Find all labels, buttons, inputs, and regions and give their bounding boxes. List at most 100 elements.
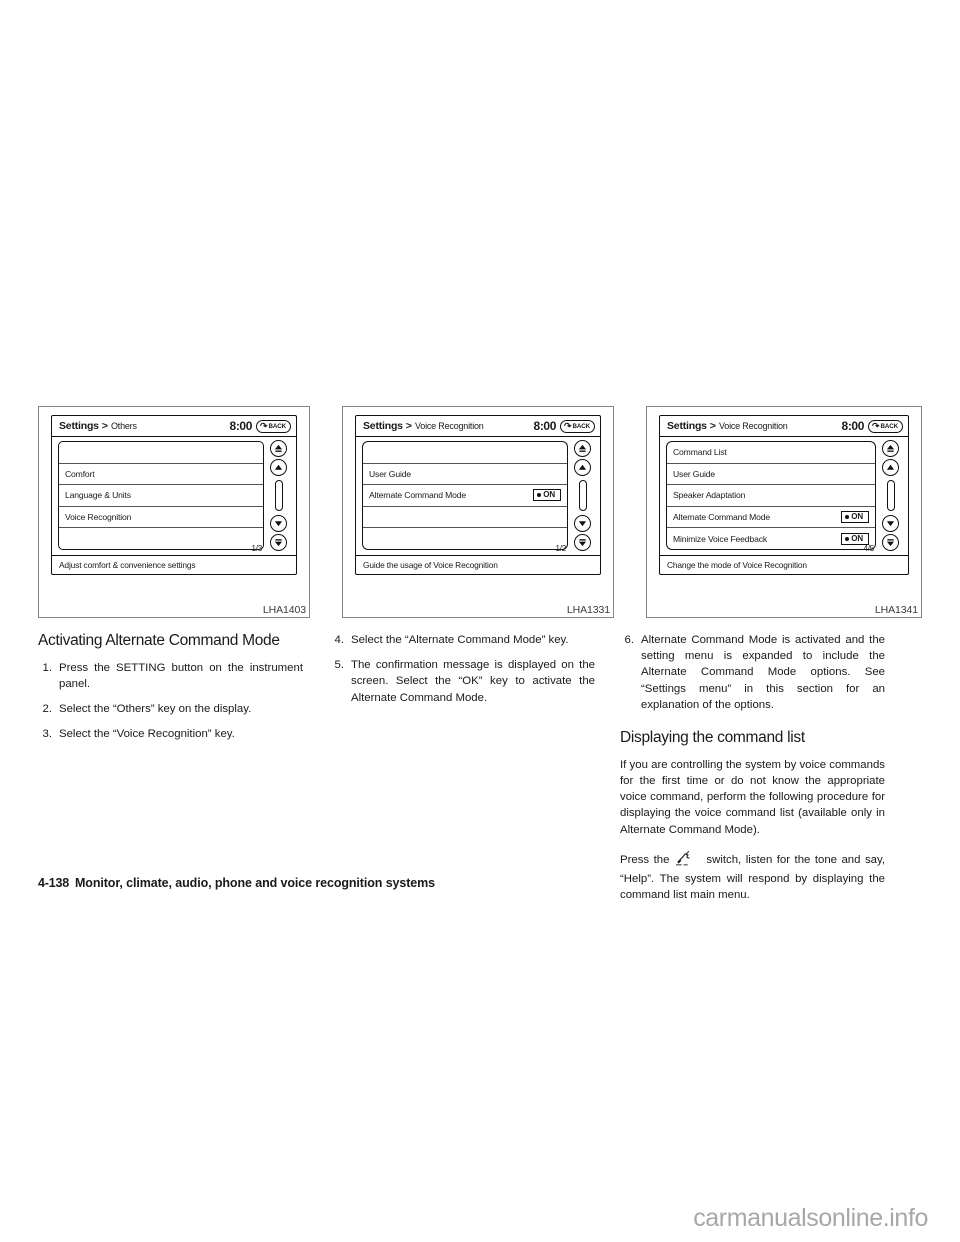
menu-row-label: Language & Units (65, 490, 131, 501)
toggle-state-label: ON (851, 512, 863, 522)
menu-row-label: User Guide (673, 468, 715, 479)
figure-lha1341: Settings > Voice Recognition 8:00 ↶ BACK… (646, 406, 922, 618)
page-number: 4-138 (38, 876, 69, 890)
menu-row[interactable]: User Guide (667, 464, 875, 486)
breadcrumb-separator: > (405, 420, 412, 432)
head-unit-screen: Settings > Voice Recognition 8:00 ↶ BACK… (355, 415, 601, 575)
menu-row-label: Voice Recognition (65, 512, 132, 523)
back-button[interactable]: ↶ BACK (255, 419, 291, 433)
breadcrumb-separator: > (101, 420, 108, 432)
page-title: Activating Alternate Command Mode (38, 632, 280, 649)
text-column-1: Activating Alternate Command Mode 1. Pre… (38, 632, 303, 752)
screen-header: Settings > Others 8:00 ↶ BACK (52, 416, 296, 437)
menu-row[interactable]: User Guide (363, 464, 567, 486)
head-unit-screen: Settings > Others 8:00 ↶ BACK Comfort La… (51, 415, 297, 575)
voice-switch-icon (675, 848, 701, 871)
toggle-state-label: ON (851, 533, 863, 543)
menu-row[interactable]: Alternate Command Mode ON (667, 507, 875, 529)
status-bar: Change the mode of Voice Recognition (660, 555, 908, 574)
page-indicator: 4/5 (863, 544, 874, 553)
menu-row[interactable] (363, 442, 567, 464)
text-column-2: 4. Select the “Alternate Command Mode” k… (330, 632, 596, 715)
figure-lha1403: Settings > Others 8:00 ↶ BACK Comfort La… (38, 406, 310, 618)
scroll-bottom-icon[interactable] (574, 534, 591, 551)
menu-row[interactable]: Command List (667, 442, 875, 464)
toggle-indicator-icon (537, 493, 542, 498)
figure-id: LHA1341 (874, 604, 918, 616)
scroll-down-icon[interactable] (882, 515, 899, 532)
step-list-1: 1. Press the SETTING button on the instr… (38, 660, 304, 743)
menu-row[interactable] (363, 528, 567, 549)
scroll-up-icon[interactable] (882, 459, 899, 476)
back-button-label: BACK (880, 422, 899, 430)
status-bar: Adjust comfort & convenience settings (52, 555, 296, 574)
screen-body: User Guide Alternate Command Mode ON 1/2 (356, 437, 600, 554)
back-button[interactable]: ↶ BACK (559, 419, 595, 433)
paragraph-intro: If you are controlling the system by voi… (620, 758, 885, 836)
figure-id: LHA1331 (566, 604, 610, 616)
scrollbar-track[interactable] (886, 480, 895, 511)
toggle-button[interactable]: ON (841, 532, 869, 545)
menu-row-label: User Guide (369, 468, 411, 479)
figure-id: LHA1403 (262, 604, 306, 616)
paragraph-press-switch: Press the switch, listen for the tone an… (620, 848, 885, 904)
paragraph-press-prefix: Press the (620, 853, 670, 866)
list-item: 5. The confirmation message is displayed… (330, 657, 596, 706)
menu-row[interactable]: Speaker Adaptation (667, 485, 875, 507)
toggle-state-label: ON (543, 490, 555, 500)
back-arrow-icon: ↶ (563, 420, 572, 431)
toggle-button[interactable]: ON (841, 511, 869, 524)
menu-row[interactable] (59, 442, 263, 464)
scroll-top-icon[interactable] (270, 440, 287, 457)
menu-list: Command List User Guide Speaker Adaptati… (666, 441, 876, 550)
menu-row[interactable]: Language & Units (59, 485, 263, 507)
menu-list: User Guide Alternate Command Mode ON (362, 441, 568, 550)
scroll-top-icon[interactable] (882, 440, 899, 457)
breadcrumb-current: Voice Recognition (414, 421, 484, 431)
list-item: 6. Alternate Command Mode is activated a… (620, 632, 886, 713)
step-number: 5. (334, 659, 345, 672)
page-footer: 4-138 Monitor, climate, audio, phone and … (38, 876, 435, 890)
status-bar: Guide the usage of Voice Recognition (356, 555, 600, 574)
scrollbar-track[interactable] (578, 480, 587, 511)
step-text: Select the “Voice Recognition” key. (59, 728, 235, 741)
scroll-top-icon[interactable] (574, 440, 591, 457)
scroll-down-icon[interactable] (270, 515, 287, 532)
menu-row[interactable]: Comfort (59, 464, 263, 486)
menu-row-label: Alternate Command Mode (369, 490, 467, 501)
subsection-title: Displaying the command list (620, 728, 805, 746)
toggle-button[interactable]: ON (533, 489, 561, 502)
scroll-controls (267, 440, 291, 551)
breadcrumb-root: Settings (363, 420, 403, 432)
scroll-bottom-icon[interactable] (882, 534, 899, 551)
clock: 8:00 (533, 419, 557, 433)
step-text: Press the SETTING button on the instrume… (59, 661, 303, 690)
watermark: carmanualsonline.info (693, 1204, 928, 1232)
back-button[interactable]: ↶ BACK (867, 419, 903, 433)
clock: 8:00 (229, 419, 253, 433)
breadcrumb-current: Voice Recognition (718, 421, 788, 431)
step-text: Select the “Alternate Command Mode” key. (351, 634, 569, 646)
menu-row[interactable] (59, 528, 263, 549)
head-unit-screen: Settings > Voice Recognition 8:00 ↶ BACK… (659, 415, 909, 575)
screen-header: Settings > Voice Recognition 8:00 ↶ BACK (660, 416, 908, 437)
scroll-up-icon[interactable] (574, 459, 591, 476)
toggle-indicator-icon (845, 536, 850, 541)
figure-row: Settings > Others 8:00 ↶ BACK Comfort La… (38, 406, 922, 618)
screen-header: Settings > Voice Recognition 8:00 ↶ BACK (356, 416, 600, 437)
scroll-up-icon[interactable] (270, 459, 287, 476)
menu-row[interactable]: Alternate Command Mode ON (363, 485, 567, 507)
back-button-label: BACK (572, 422, 591, 430)
breadcrumb-root: Settings (59, 420, 99, 432)
scrollbar-track[interactable] (274, 480, 283, 511)
step-text: Select the “Others” key on the display. (59, 703, 252, 716)
running-head: Monitor, climate, audio, phone and voice… (74, 876, 436, 890)
step-list-2: 4. Select the “Alternate Command Mode” k… (330, 632, 596, 706)
back-arrow-icon: ↶ (259, 420, 268, 431)
menu-row[interactable]: Minimize Voice Feedback ON (667, 528, 875, 549)
menu-row[interactable] (363, 507, 567, 529)
scroll-controls (879, 440, 903, 551)
scroll-down-icon[interactable] (574, 515, 591, 532)
menu-row[interactable]: Voice Recognition (59, 507, 263, 529)
scroll-bottom-icon[interactable] (270, 534, 287, 551)
